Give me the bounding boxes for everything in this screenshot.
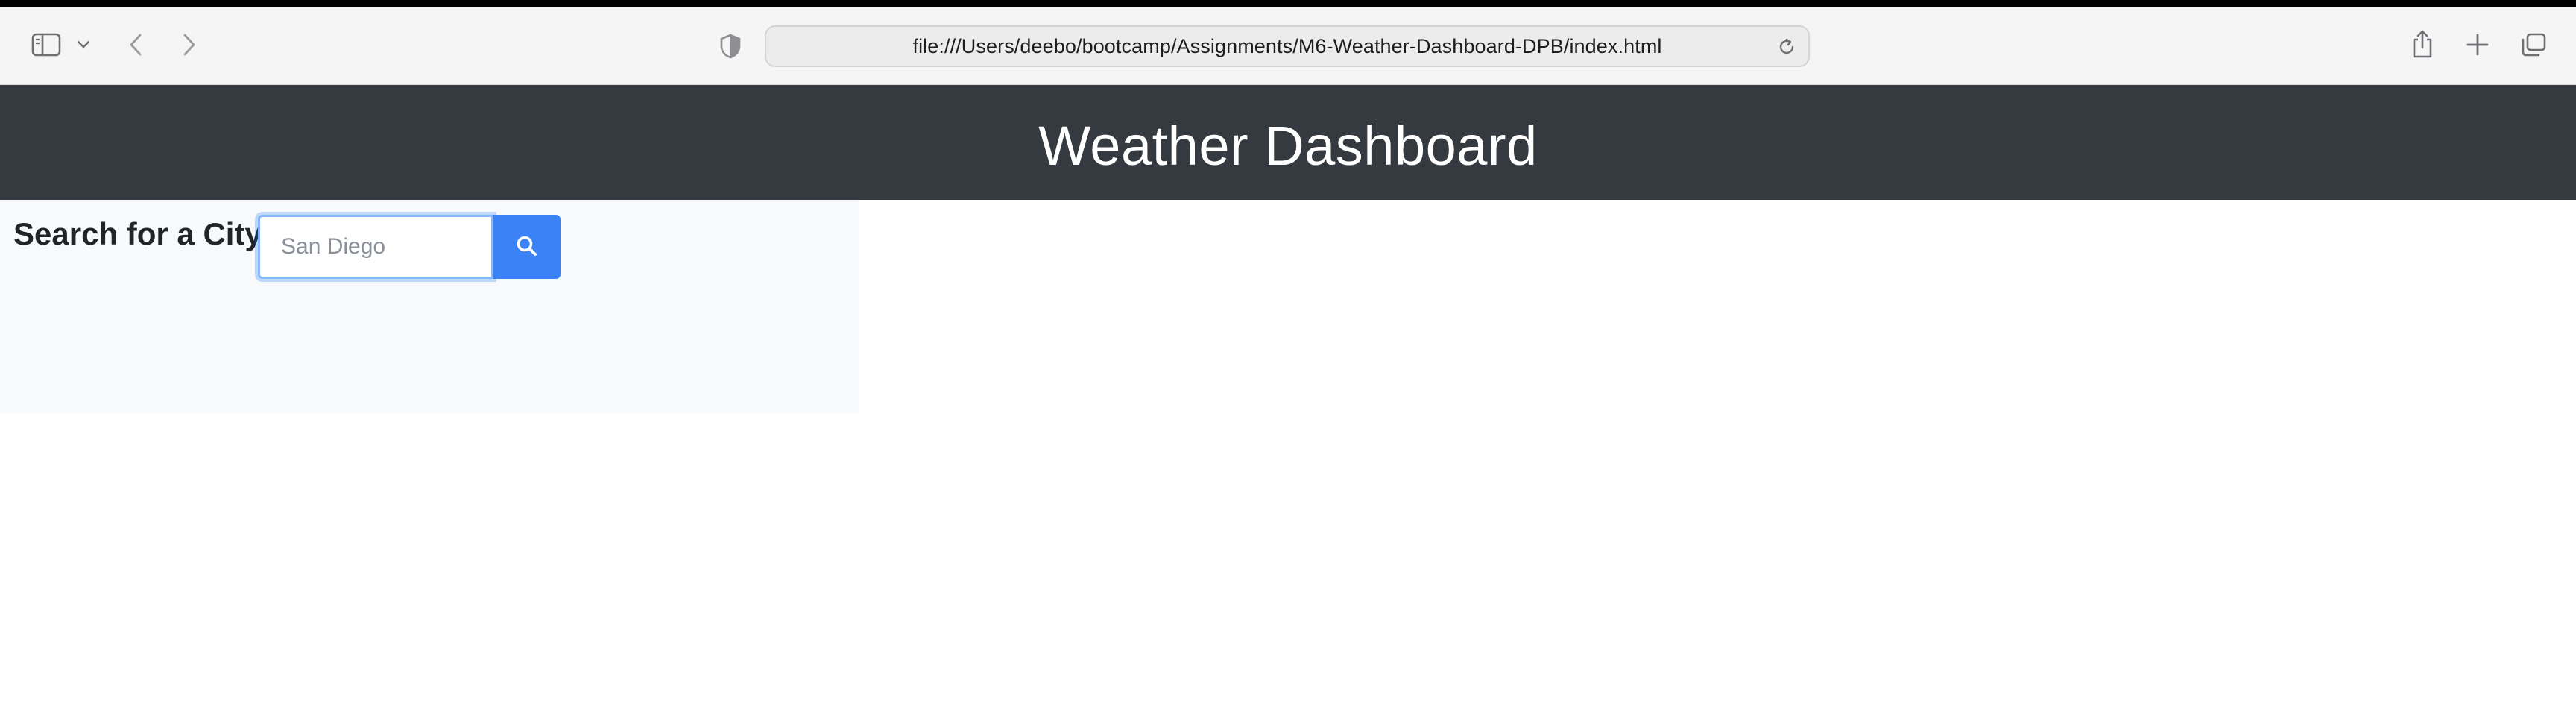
window-top-edge xyxy=(0,0,2576,7)
tab-overview-icon[interactable] xyxy=(2518,30,2549,60)
chevron-down-icon[interactable] xyxy=(73,34,94,55)
shield-icon[interactable] xyxy=(717,31,744,61)
browser-toolbar: file:///Users/deebo/bootcamp/Assignments… xyxy=(0,7,2576,85)
share-icon[interactable] xyxy=(2408,27,2437,61)
back-arrow-icon[interactable] xyxy=(122,30,149,60)
forward-arrow-icon[interactable] xyxy=(176,30,203,60)
plus-icon[interactable] xyxy=(2463,30,2493,60)
url-text[interactable]: file:///Users/deebo/bootcamp/Assignments… xyxy=(912,35,1661,58)
city-search-input[interactable] xyxy=(258,215,493,279)
address-bar[interactable]: file:///Users/deebo/bootcamp/Assignments… xyxy=(765,25,1810,67)
search-button[interactable] xyxy=(493,215,561,279)
search-panel: Search for a City: xyxy=(0,200,859,413)
page-header: Weather Dashboard xyxy=(0,85,2576,200)
sidebar-icon[interactable] xyxy=(28,30,64,60)
reload-icon[interactable] xyxy=(1774,34,1799,60)
page-title: Weather Dashboard xyxy=(1038,114,1538,177)
search-label: Search for a City: xyxy=(13,216,273,251)
search-icon xyxy=(516,235,538,260)
